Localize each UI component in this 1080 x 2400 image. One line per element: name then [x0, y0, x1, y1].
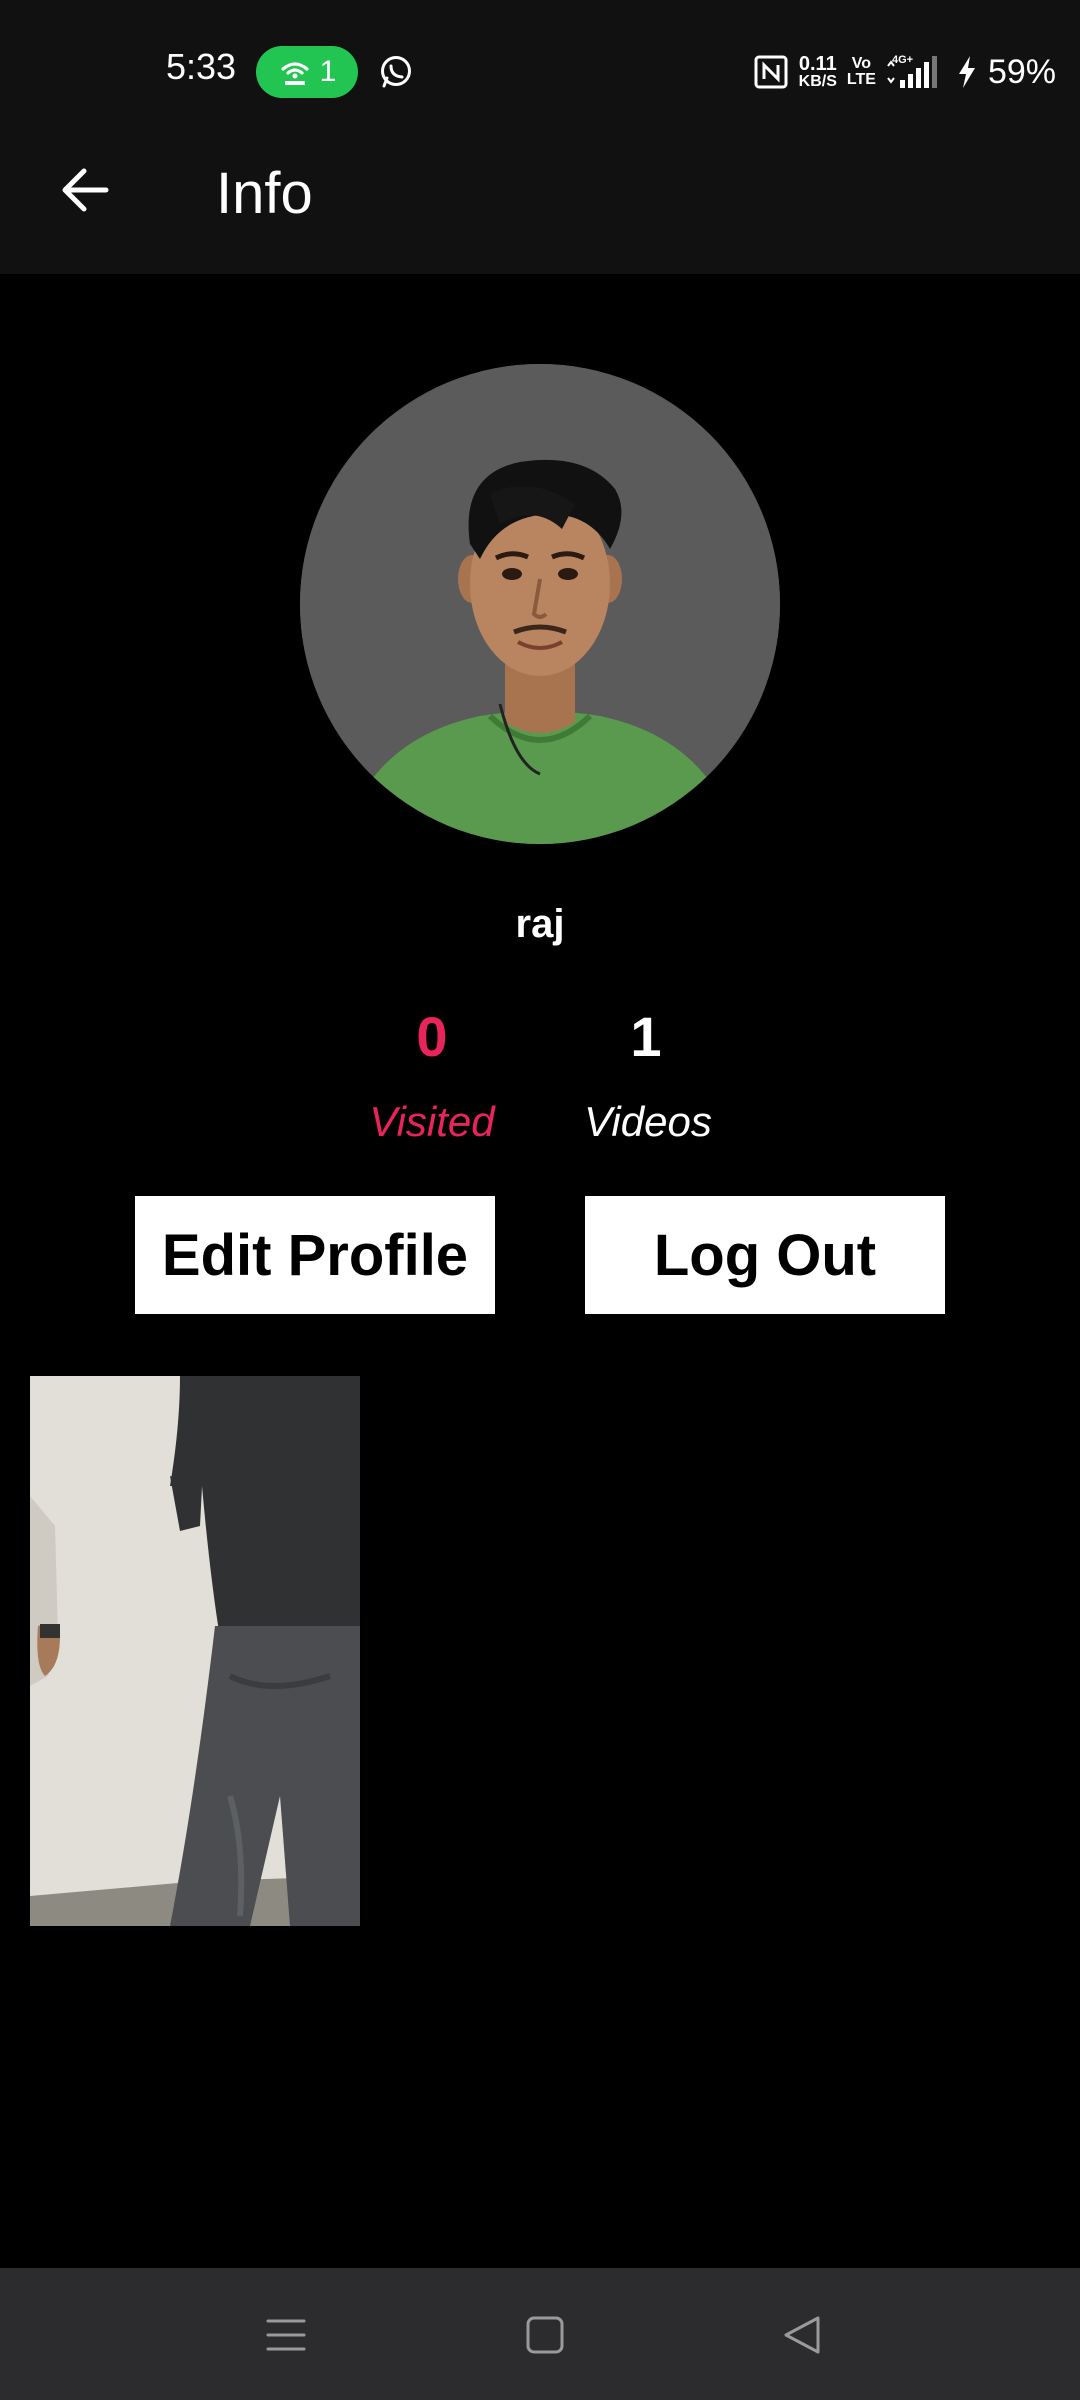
menu-icon — [266, 2319, 306, 2351]
network-type: 4G+ — [892, 54, 913, 66]
videos-label: Videos — [584, 1098, 712, 1145]
nav-back-button[interactable] — [772, 2308, 832, 2362]
whatsapp-icon — [381, 56, 411, 88]
network-speed: 0.11 KB/S — [799, 54, 837, 90]
visited-label: Visited — [369, 1098, 495, 1145]
edit-profile-button[interactable]: Edit Profile — [135, 1196, 495, 1314]
status-bar: 5:33 1 0.11 KB/S Vo LTE 4G+ 59% — [0, 0, 1080, 106]
network-speed-unit: KB/S — [798, 73, 837, 90]
page-title: Info — [216, 161, 313, 226]
log-out-button[interactable]: Log Out — [585, 1196, 945, 1314]
navigation-bar — [0, 2268, 1080, 2400]
app-bar: Info — [0, 106, 1080, 274]
profile-photo — [300, 364, 780, 844]
nav-menu-button[interactable] — [256, 2308, 316, 2362]
hotspot-icon — [281, 62, 309, 85]
network-speed-value: 0.11 — [798, 53, 837, 75]
hotspot-count: 1 — [319, 55, 337, 88]
status-time: 5:33 — [166, 46, 237, 87]
nfc-icon — [754, 55, 788, 89]
charging-icon — [958, 56, 975, 88]
signal-icon: 4G+ — [887, 54, 937, 88]
hotspot-indicator: 1 — [256, 46, 358, 98]
username: raj — [515, 902, 565, 946]
battery-percent: 59% — [987, 52, 1056, 91]
home-icon — [526, 2316, 564, 2354]
video-thumbnail-image — [30, 1376, 360, 1926]
volte-indicator: Vo LTE — [847, 56, 876, 88]
video-thumbnail[interactable] — [30, 1376, 360, 1926]
back-triangle-icon — [784, 2316, 820, 2354]
visited-count: 0 — [416, 1005, 448, 1068]
arrow-left-icon — [62, 168, 109, 212]
volte-top: Vo — [851, 55, 872, 72]
volte-bottom: LTE — [846, 71, 876, 88]
nav-home-button[interactable] — [515, 2308, 575, 2362]
back-button[interactable] — [40, 148, 130, 232]
status-right-group: 0.11 KB/S Vo LTE 4G+ 59% — [753, 48, 1056, 96]
avatar[interactable] — [300, 364, 780, 844]
videos-count: 1 — [630, 1005, 662, 1068]
